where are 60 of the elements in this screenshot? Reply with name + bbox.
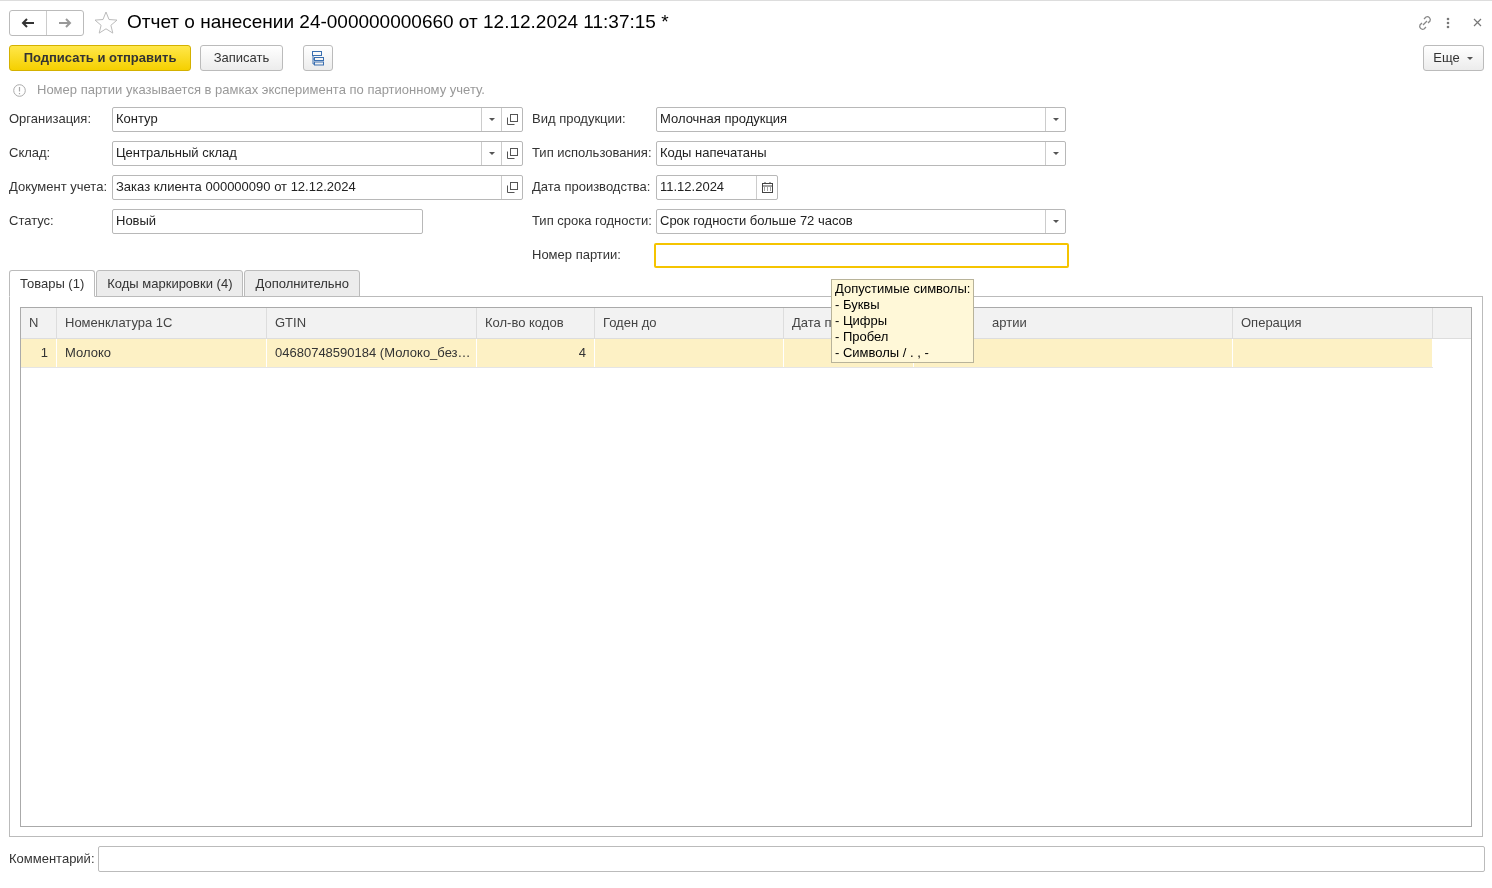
field-label: Номер партии: — [532, 246, 622, 265]
column-header: Кол-во кодов — [477, 308, 595, 338]
table-cell-text: 1 — [40, 344, 48, 363]
field-label: Вид продукции: — [532, 110, 627, 129]
more-button[interactable]: Еще — [1423, 45, 1484, 71]
dropdown-caret-icon — [487, 150, 496, 156]
info-message: Номер партии указывается в рамках эксперимента по партионному учету. — [37, 81, 485, 100]
window-title: Отчет о нанесении 24-000000000660 от 12.12.2024 11:37:15 * — [127, 10, 669, 35]
date-field[interactable]: 11.12.2024 — [656, 174, 778, 200]
sign-and-send-button[interactable]: Подписать и отправить — [9, 45, 191, 71]
more-icon[interactable] — [1446, 16, 1450, 29]
hierarchy-icon — [310, 50, 326, 66]
field-label: Дата производства: — [532, 178, 652, 197]
right-arrow-icon — [58, 17, 72, 28]
left-arrow-icon — [21, 17, 35, 28]
open-window-icon — [506, 181, 518, 193]
dropdown-caret-icon — [487, 116, 496, 122]
open-window-icon — [506, 113, 518, 125]
field-label: Склад: — [9, 144, 52, 163]
table-cell-text: 4 — [578, 344, 586, 363]
calendar-icon — [761, 181, 773, 193]
select-field[interactable]: Контур — [112, 106, 523, 132]
column-header: Операция — [1233, 308, 1433, 338]
comment-label: Комментарий: — [9, 850, 96, 869]
tooltip-line: - Символы / . , - — [835, 345, 930, 361]
structure-button[interactable] — [303, 45, 333, 71]
table-cell-text: Молоко — [65, 344, 111, 363]
tab[interactable]: Коды маркировки (4) — [96, 270, 244, 297]
tab[interactable]: Дополнительно — [244, 270, 361, 297]
link-icon[interactable] — [1417, 14, 1433, 31]
table-cell-text: 04680748590184 (Молоко_без… — [275, 344, 471, 363]
dropdown-caret-icon — [1051, 116, 1060, 122]
input-field[interactable] — [654, 242, 1069, 268]
tab[interactable]: Товары (1) — [9, 270, 96, 297]
info-icon — [13, 83, 26, 97]
column-header: GTIN — [267, 308, 477, 338]
field-label: Документ учета: — [9, 178, 108, 197]
column-header: Годен до — [595, 308, 784, 338]
select-field[interactable]: Коды напечатаны — [656, 140, 1066, 166]
comment-field[interactable] — [98, 846, 1485, 872]
field-label: Тип срока годности: — [532, 212, 653, 231]
save-button[interactable]: Записать — [200, 45, 283, 71]
field-label: Организация: — [9, 110, 93, 129]
star-icon[interactable] — [94, 11, 118, 34]
tooltip-line: - Цифры — [835, 313, 889, 329]
field-label: Статус: — [9, 212, 55, 231]
dropdown-caret-icon — [1465, 55, 1474, 61]
input-field[interactable]: Новый — [112, 208, 423, 234]
select-field[interactable]: Молочная продукция — [656, 106, 1066, 132]
column-header: Номенклатура 1С — [57, 308, 267, 338]
open-window-icon — [506, 147, 518, 159]
select-field[interactable]: Заказ клиента 000000090 от 12.12.2024 — [112, 174, 523, 200]
select-field[interactable]: Срок годности больше 72 часов — [656, 208, 1066, 234]
close-icon[interactable] — [1473, 18, 1482, 27]
tooltip-title: Допустимые символы: — [835, 281, 971, 297]
dropdown-caret-icon — [1051, 150, 1060, 156]
dropdown-caret-icon — [1051, 218, 1060, 224]
select-field[interactable]: Центральный склад — [112, 140, 523, 166]
field-label: Тип использования: — [532, 144, 653, 163]
column-header: N — [21, 308, 57, 338]
